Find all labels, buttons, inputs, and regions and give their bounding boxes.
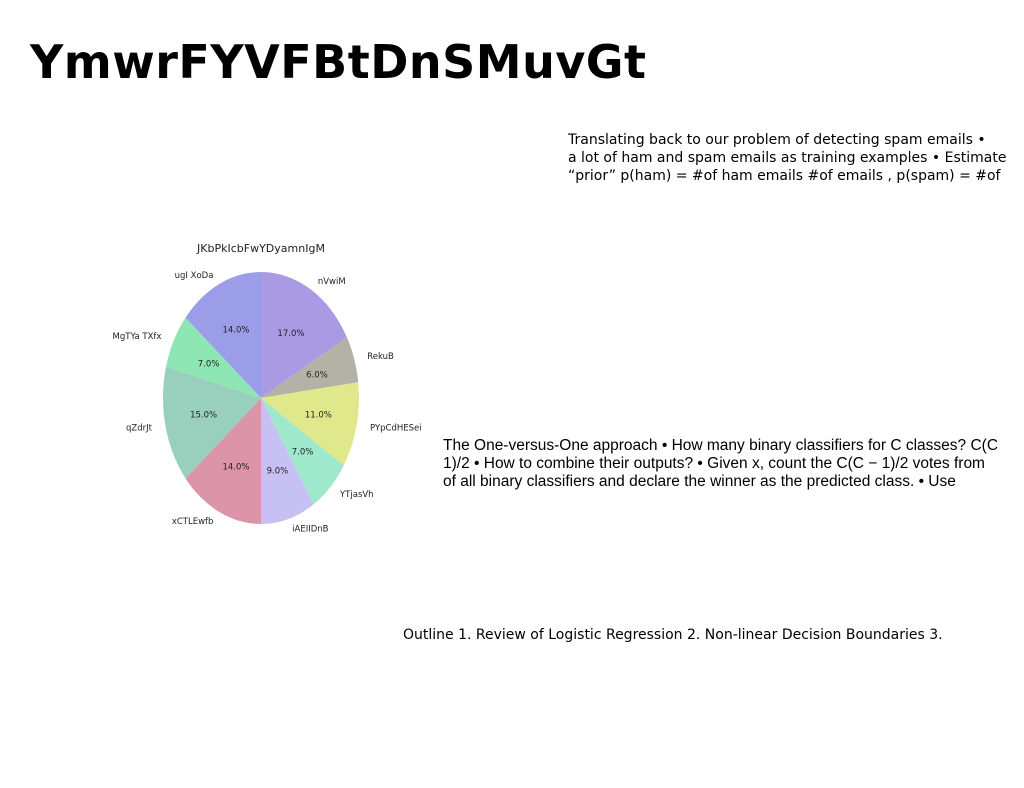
slice-category-label: ugI XoDa <box>175 271 214 281</box>
slice-percent-label: 11.0% <box>305 410 332 420</box>
slice-category-label: RekuB <box>367 352 394 362</box>
outline-text: Outline 1. Review of Logistic Regression… <box>403 627 943 643</box>
slice-percent-label: 14.0% <box>222 326 249 336</box>
slice-category-label: qZdrJt <box>126 424 153 434</box>
chart-title: JKbPkIcbFwYDyamnIgM <box>196 242 325 255</box>
slice-percent-label: 17.0% <box>277 329 304 339</box>
slice-category-label: PYpCdHESei <box>370 424 422 434</box>
slice-percent-label: 7.0% <box>292 447 314 457</box>
slice-percent-label: 7.0% <box>198 360 220 370</box>
slice-category-label: YTjasVh <box>339 490 374 500</box>
slice-category-label: iAEIIDnB <box>292 525 328 535</box>
spam-detection-text: Translating back to our problem of detec… <box>568 132 1007 184</box>
slice-percent-label: 14.0% <box>222 462 249 472</box>
slice-category-label: MgTYa TXfx <box>113 332 162 342</box>
pie-chart-svg: JKbPkIcbFwYDyamnIgM 17.0% nVwiM 6.0% RekuB 11… <box>113 242 422 535</box>
slice-percent-label: 6.0% <box>306 371 328 381</box>
slice-category-label: xCTLEwfb <box>172 517 214 527</box>
slice-percent-label: 15.0% <box>190 410 217 420</box>
pie-chart: JKbPkIcbFwYDyamnIgM 17.0% nVwiM 6.0% RekuB 11… <box>100 230 430 550</box>
page-title: YmwrFYVFBtDnSMuvGt <box>30 35 647 89</box>
slice-percent-label: 9.0% <box>267 467 289 477</box>
slice-category-label: nVwiM <box>318 277 346 287</box>
one-vs-one-text: The One-versus-One approach • How many b… <box>443 437 999 490</box>
